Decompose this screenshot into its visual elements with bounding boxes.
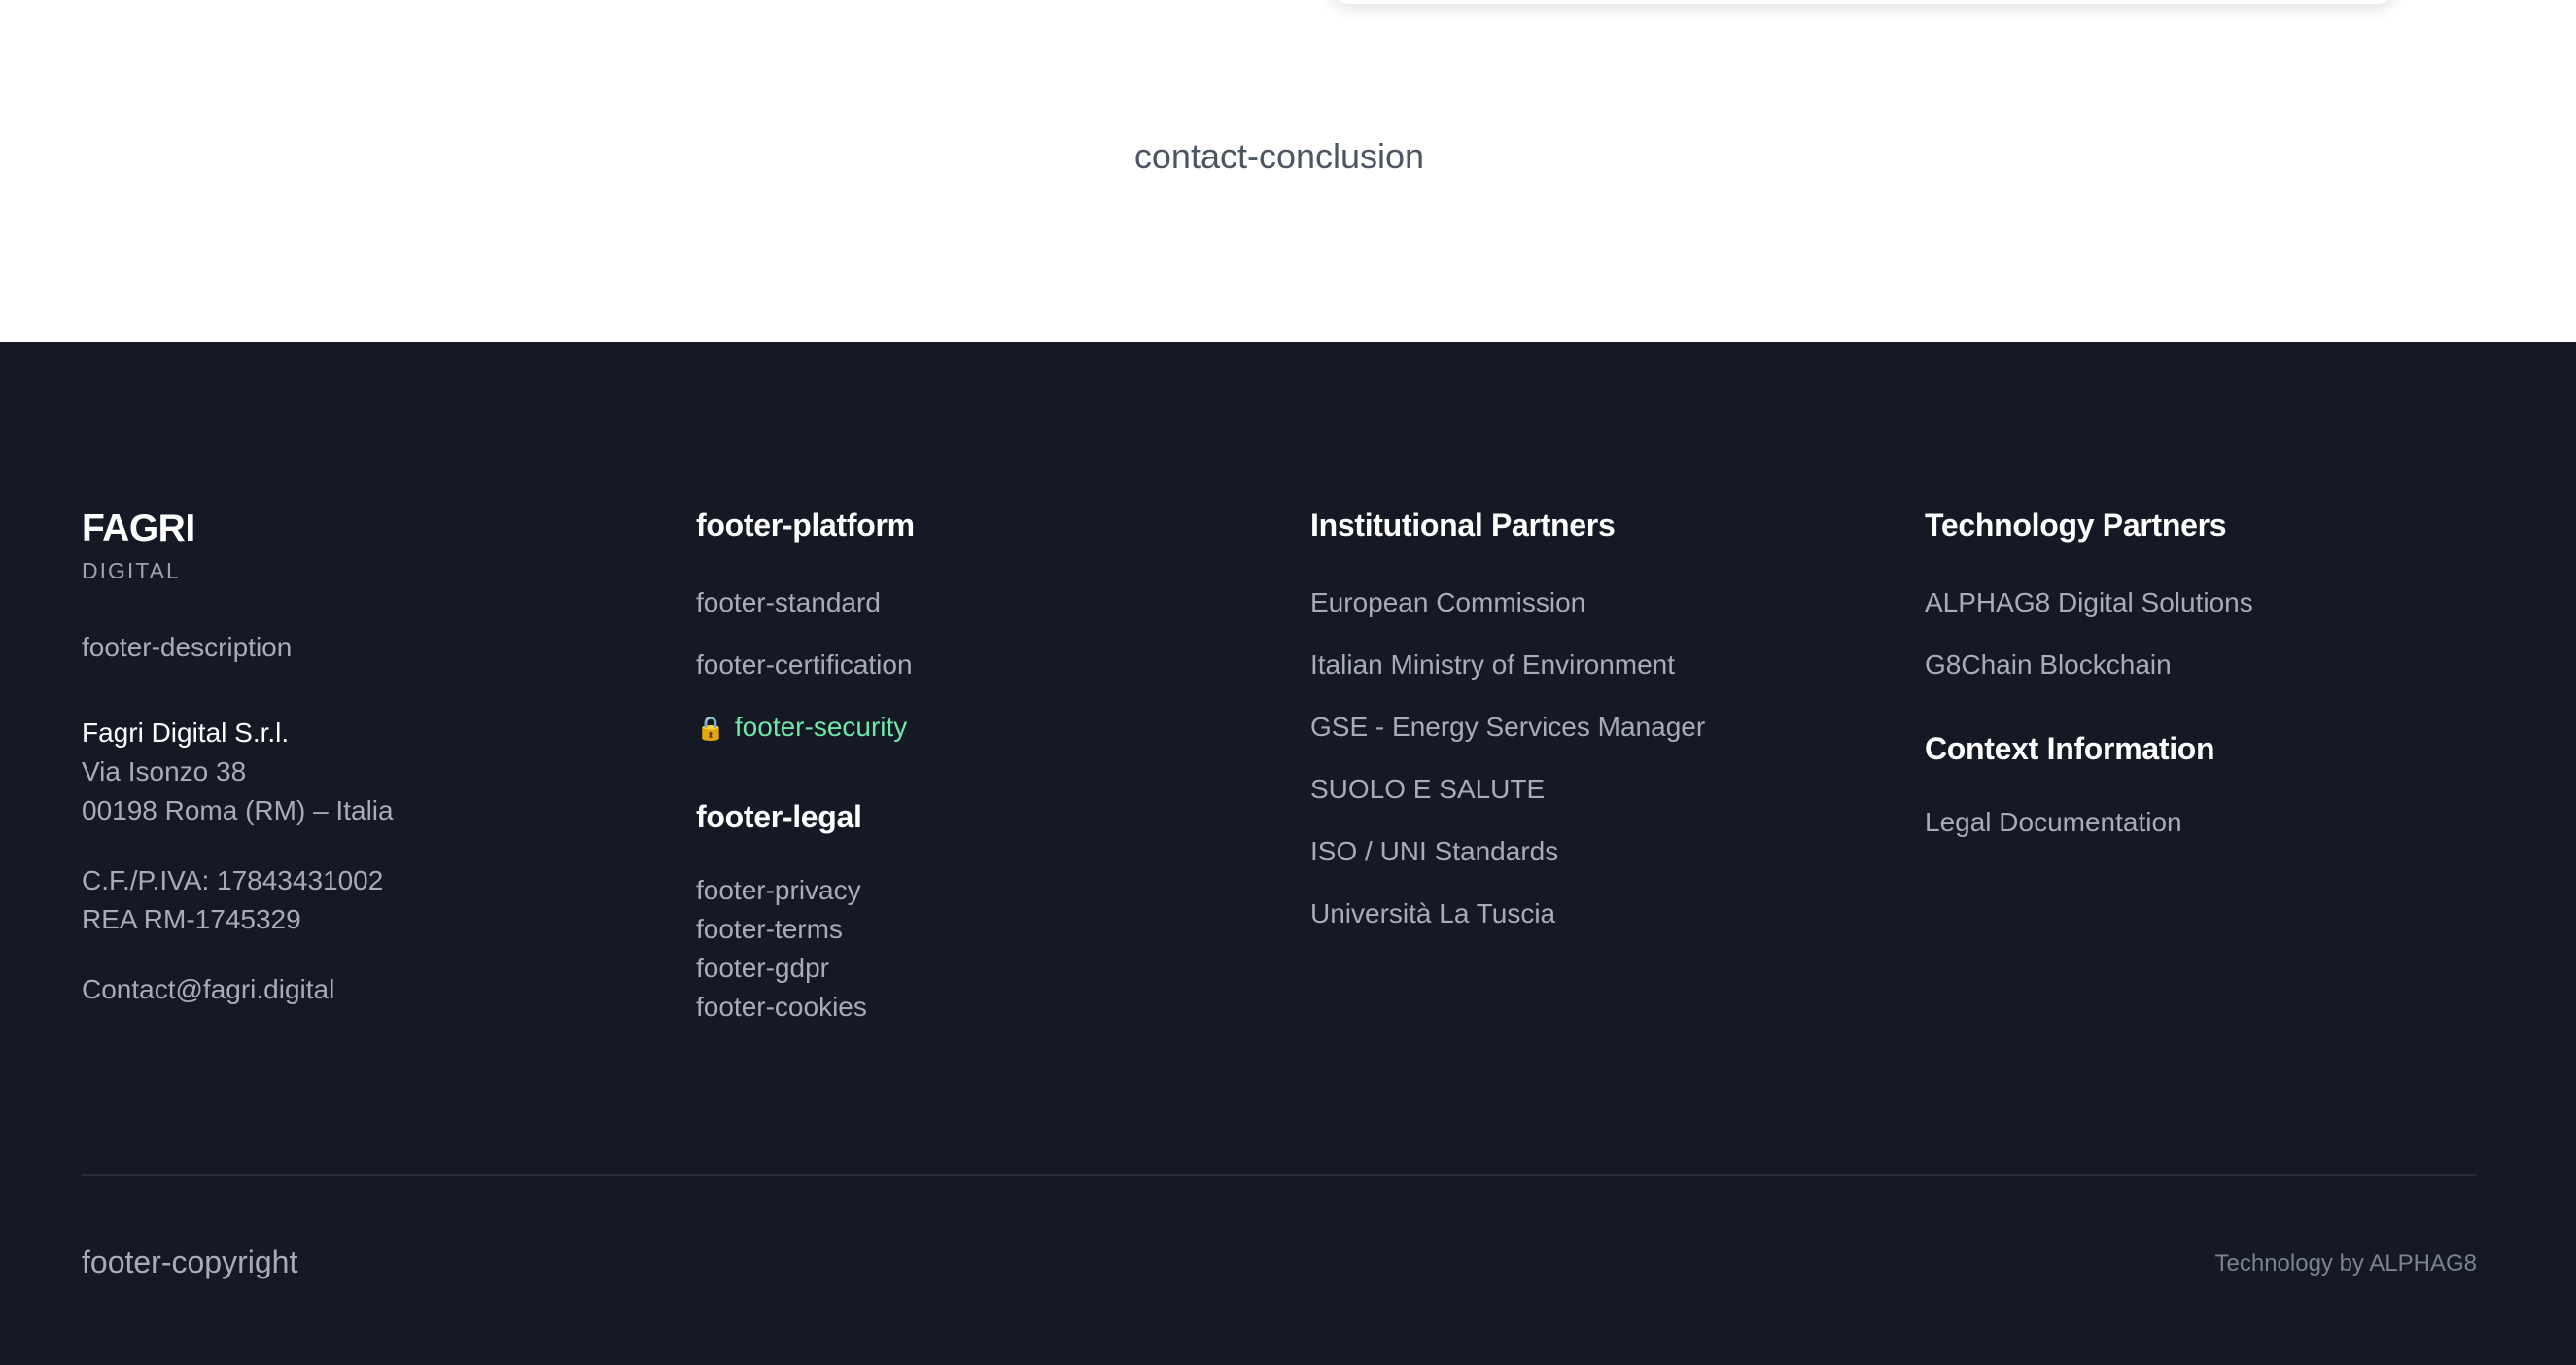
legal-link-gdpr[interactable]: footer-gdpr: [696, 949, 1240, 988]
legal-link-terms[interactable]: footer-terms: [696, 910, 1240, 949]
platform-heading: footer-platform: [696, 508, 915, 542]
tech-link-alphag8[interactable]: ALPHAG8 Digital Solutions: [1925, 583, 2508, 622]
context-heading: Context Information: [1925, 731, 2215, 766]
legal-heading: footer-legal: [696, 799, 862, 834]
footer-copyright: footer-copyright: [82, 1244, 298, 1279]
lock-icon: 🔒: [696, 716, 725, 742]
platform-link-security[interactable]: 🔒 footer-security: [696, 708, 1240, 749]
brand-subtitle: DIGITAL: [82, 558, 181, 583]
company-address-line2: 00198 Roma (RM) – Italia: [82, 795, 394, 825]
technology-by-link[interactable]: Technology by ALPHAG8: [2215, 1246, 2478, 1281]
platform-link-certification[interactable]: footer-certification: [696, 646, 1240, 684]
partner-link-iso-uni[interactable]: ISO / UNI Standards: [1310, 832, 1855, 871]
legal-link-privacy[interactable]: footer-privacy: [696, 871, 1240, 910]
footer-platform-column: footer-platform footer-standard footer-c…: [696, 506, 1240, 1027]
footer-technology-column: Technology Partners ALPHAG8 Digital Solu…: [1925, 506, 2508, 865]
company-email-link[interactable]: Contact@fagri.digital: [82, 970, 626, 1009]
tech-link-g8chain[interactable]: G8Chain Blockchain: [1925, 646, 2508, 684]
legal-link-cookies[interactable]: footer-cookies: [696, 988, 1240, 1027]
contact-conclusion: contact-conclusion: [1133, 136, 1425, 176]
company-tax-id: C.F./P.IVA: 17843431002: [82, 865, 384, 895]
contact-form-card: [1328, 0, 2397, 4]
institutional-links: European Commission Italian Ministry of …: [1310, 583, 1855, 933]
partner-link-gse[interactable]: GSE - Energy Services Manager: [1310, 708, 1855, 747]
context-link-legal-documentation[interactable]: Legal Documentation: [1925, 803, 2508, 842]
partner-link-italian-ministry[interactable]: Italian Ministry of Environment: [1310, 646, 1855, 684]
partner-link-european-commission[interactable]: European Commission: [1310, 583, 1855, 622]
footer-institutional-column: Institutional Partners European Commissi…: [1310, 506, 1855, 957]
brand-logo[interactable]: FAGRI: [82, 506, 626, 552]
context-links: Legal Documentation: [1925, 803, 2508, 842]
company-rea: REA RM-1745329: [82, 904, 301, 934]
company-name: Fagri Digital S.r.l.: [82, 718, 290, 748]
partner-link-universita-tuscia[interactable]: Università La Tuscia: [1310, 894, 1855, 933]
footer-description: footer-description: [82, 632, 293, 662]
technology-links: ALPHAG8 Digital Solutions G8Chain Blockc…: [1925, 583, 2508, 684]
platform-link-security-label: footer-security: [734, 712, 908, 742]
footer-brand-column: FAGRI DIGITAL footer-description Fagri D…: [82, 506, 626, 1009]
site-footer: FAGRI DIGITAL footer-description Fagri D…: [0, 342, 2576, 1365]
partner-link-suolo-e-salute[interactable]: SUOLO E SALUTE: [1310, 770, 1855, 809]
platform-link-standard[interactable]: footer-standard: [696, 583, 1240, 622]
legal-links: footer-privacy footer-terms footer-gdpr …: [696, 871, 1240, 1027]
platform-links: footer-standard footer-certification 🔒 fo…: [696, 583, 1240, 749]
institutional-heading: Institutional Partners: [1310, 508, 1616, 542]
footer-divider: [82, 1174, 2477, 1176]
company-address-line1: Via Isonzo 38: [82, 756, 247, 787]
technology-heading: Technology Partners: [1925, 508, 2227, 542]
